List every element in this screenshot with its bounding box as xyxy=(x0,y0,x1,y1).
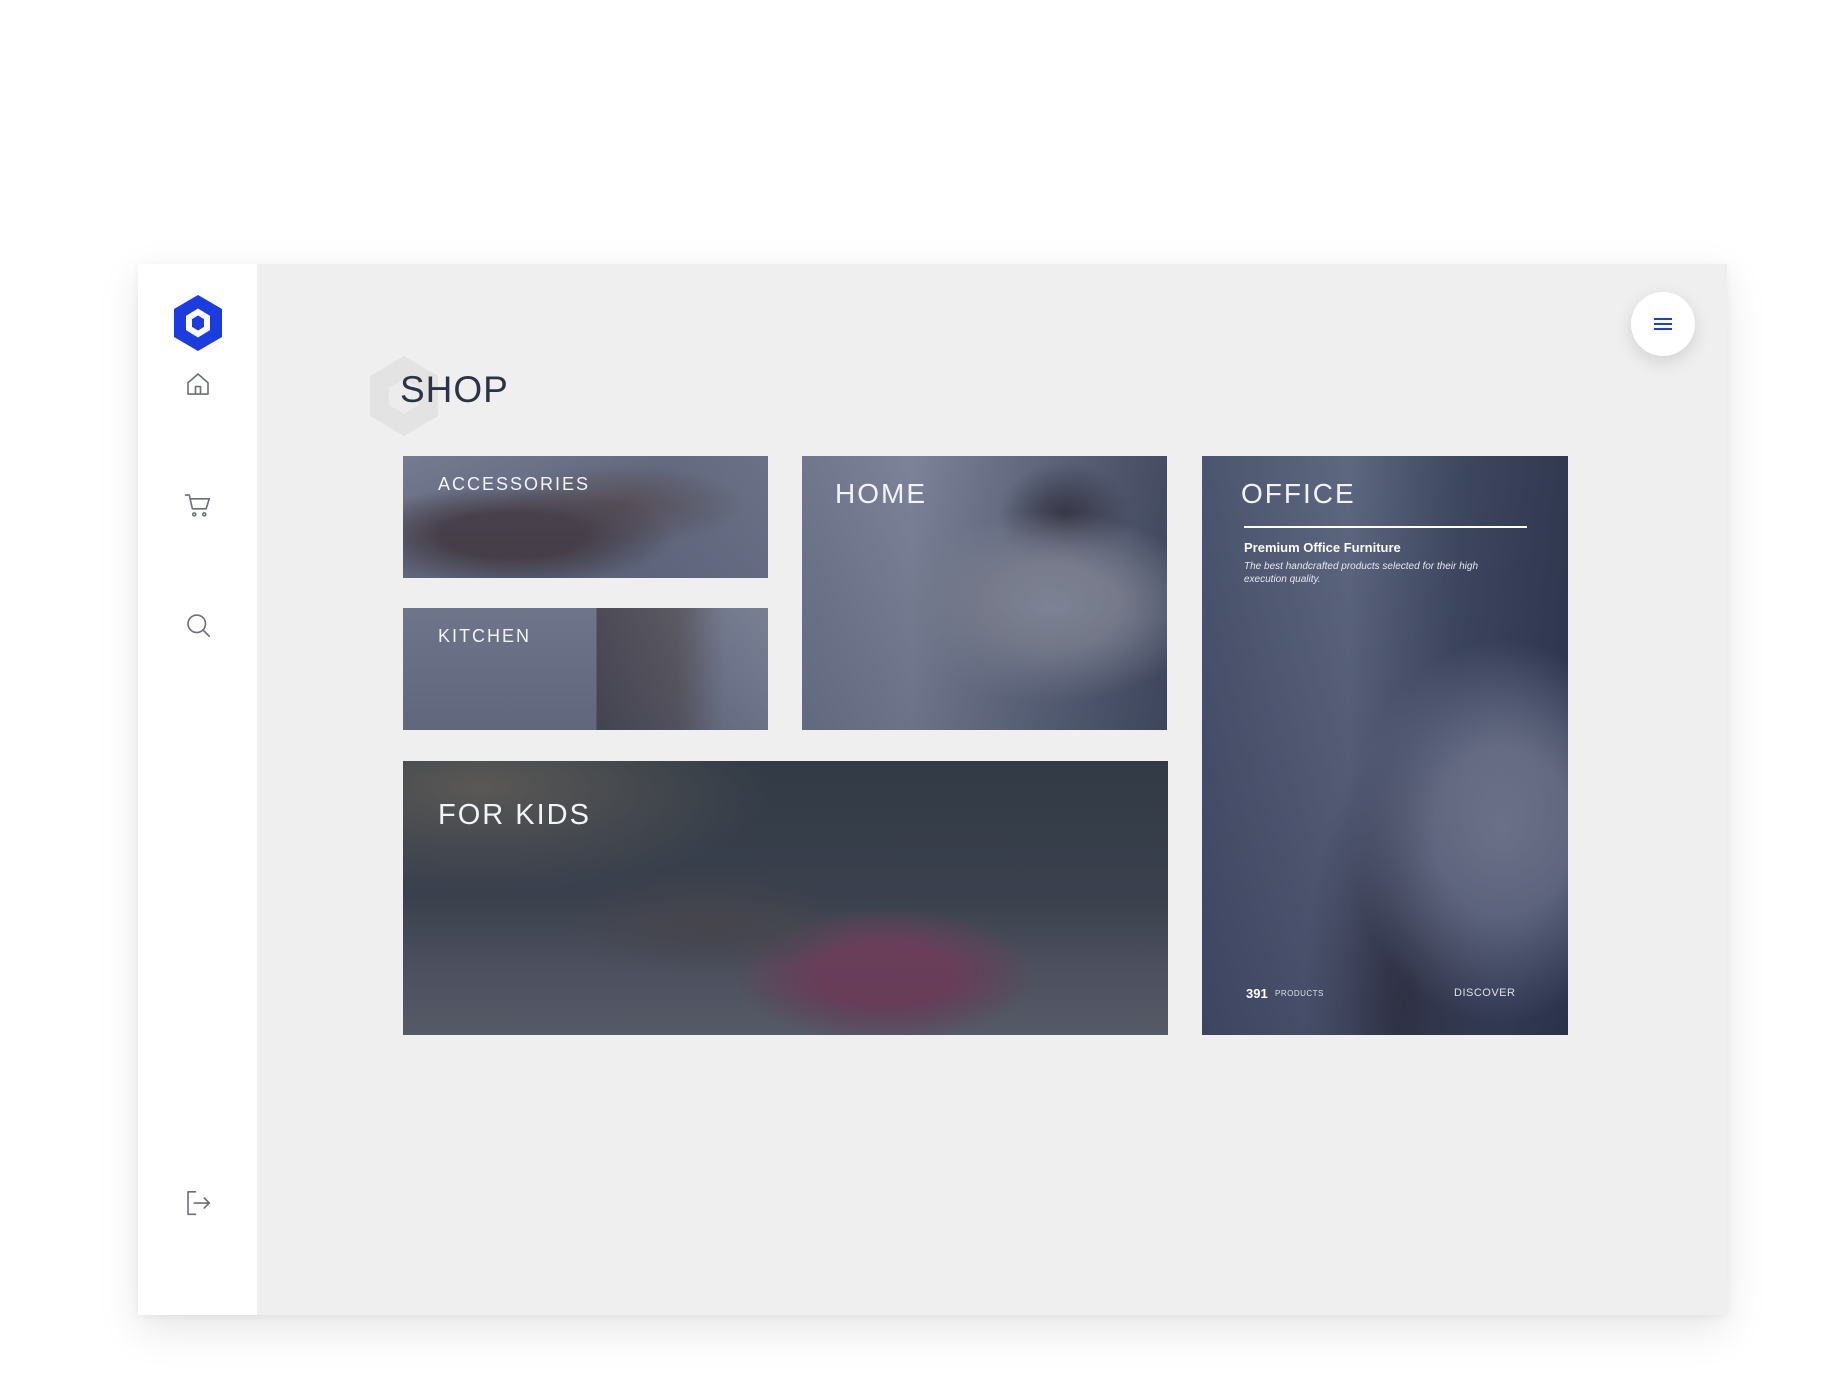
tile-label-accessories: ACCESSORIES xyxy=(438,474,591,494)
tile-label-kids: FOR KIDS xyxy=(438,799,591,831)
category-tile-kids[interactable]: FOR KIDS xyxy=(403,761,1168,1035)
tile-label-office: OFFICE xyxy=(1241,478,1356,509)
category-tile-kitchen[interactable]: KITCHEN xyxy=(403,608,768,730)
category-tile-office[interactable]: OFFICE Premium Office Furniture The best… xyxy=(1202,456,1568,1035)
office-subtitle: Premium Office Furniture xyxy=(1244,540,1401,555)
office-product-count: 391 xyxy=(1246,986,1268,1001)
cart-icon[interactable] xyxy=(181,488,215,522)
category-tile-home[interactable]: HOME xyxy=(802,456,1167,730)
sidebar xyxy=(138,264,257,1315)
office-description: The best handcrafted products selected f… xyxy=(1244,561,1479,585)
app-window: SHOP ACCESSORIES KITCHEN HOME FOR KIDS O… xyxy=(138,264,1727,1315)
page-title: SHOP xyxy=(400,369,509,410)
hexagon-logo-icon[interactable] xyxy=(171,293,225,353)
hamburger-menu-button[interactable] xyxy=(1631,292,1695,356)
hamburger-menu-icon xyxy=(1654,318,1672,330)
tile-label-kitchen: KITCHEN xyxy=(438,626,532,646)
tile-label-home: HOME xyxy=(835,478,927,509)
home-icon[interactable] xyxy=(181,367,215,401)
office-product-count-label: PRODUCTS xyxy=(1275,989,1324,998)
logout-icon[interactable] xyxy=(181,1186,215,1220)
search-icon[interactable] xyxy=(181,608,215,642)
category-tile-accessories[interactable]: ACCESSORIES xyxy=(403,456,768,578)
office-discover-link[interactable]: DISCOVER xyxy=(1454,987,1515,999)
office-divider xyxy=(1244,526,1527,528)
